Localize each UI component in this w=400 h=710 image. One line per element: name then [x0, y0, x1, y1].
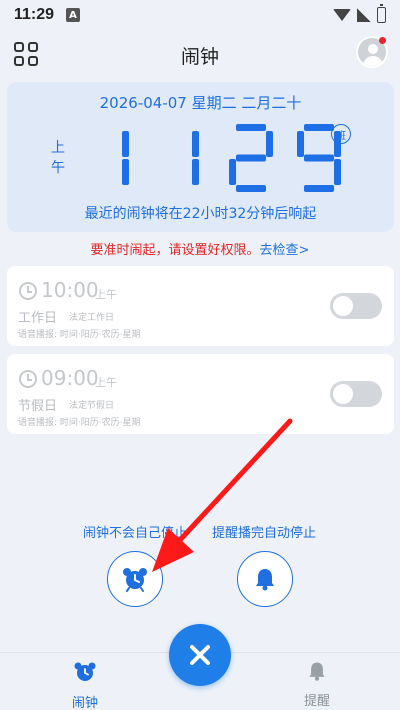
- alarm-ampm: 上午: [95, 376, 117, 389]
- alarm-toggle[interactable]: [330, 293, 382, 319]
- alarm-tab-icon: [74, 662, 96, 681]
- alarm-voice: 语音播报: 时间·阳历·农历·星期: [18, 330, 141, 340]
- remind-mode-button[interactable]: [237, 551, 293, 607]
- clock-icon: [19, 282, 37, 300]
- alarm-time: 10:00: [41, 278, 99, 302]
- permission-warning: 要准时闹起，请设置好权限。去检查>: [0, 239, 400, 258]
- close-icon: [190, 645, 210, 665]
- alarm-card-workday[interactable]: 10:00 上午 工作日 法定工作日 语音播报: 时间·阳历·农历·星期: [7, 266, 394, 346]
- digit-2-segment-d: [236, 185, 266, 192]
- digit-2-segment-g: [236, 154, 266, 162]
- next-alarm-text: 最近的闹钟将在22小时32分钟后响起: [84, 206, 317, 222]
- digit-0-segment-b: [122, 131, 129, 157]
- remind-tab-icon: [309, 662, 325, 681]
- digit-3-segment-a: [304, 124, 334, 131]
- tab-remind[interactable]: 提醒: [272, 660, 362, 709]
- bell-icon: [256, 569, 274, 591]
- alarm-day: 节假日: [18, 399, 58, 414]
- top-bar: 闹钟: [0, 36, 400, 72]
- alarm-ampm: 上午: [95, 288, 117, 301]
- workday-badge: 班: [331, 124, 351, 144]
- alarm-clock-icon: [123, 568, 147, 592]
- digit-2-segment-b: [266, 131, 273, 157]
- alarm-sub: 法定节假日: [69, 401, 115, 411]
- mode-label-remind: 提醒播完自动停止: [212, 526, 317, 541]
- digit-1-segment-b: [192, 131, 199, 157]
- alarm-mode-button[interactable]: [107, 551, 163, 607]
- digit-1-segment-c: [192, 159, 199, 185]
- status-bar: 11:29 A: [0, 0, 400, 30]
- battery-icon: [377, 4, 386, 23]
- signal-icon: [357, 8, 371, 22]
- clock-icon: [19, 370, 37, 388]
- tab-alarm-label: 闹钟: [71, 696, 98, 710]
- tab-alarm[interactable]: 闹钟: [40, 660, 130, 710]
- notification-dot: [379, 37, 386, 44]
- wifi-icon: [333, 9, 351, 21]
- page-title: 闹钟: [180, 46, 219, 68]
- close-fab-button[interactable]: [169, 624, 231, 686]
- digit-2-segment-e: [229, 159, 236, 185]
- alarm-sub: 法定工作日: [69, 313, 115, 323]
- alarm-card-holiday[interactable]: 09:00 上午 节假日 法定节假日 语音播报: 时间·阳历·农历·星期: [7, 354, 394, 434]
- mode-label-alarm: 闹钟不会自己停止: [83, 526, 188, 541]
- tab-remind-label: 提醒: [303, 694, 330, 709]
- digit-3-segment-f: [297, 131, 304, 157]
- digit-0-segment-c: [122, 159, 129, 185]
- alarm-time: 09:00: [41, 366, 99, 390]
- clock-card: 2026-04-07 星期二 二月二十 上午 班 最近的闹钟将在22小时32分钟…: [7, 82, 394, 232]
- digit-3-segment-g: [304, 154, 334, 162]
- status-time: 11:29: [14, 6, 55, 23]
- permission-warning-text: 要准时闹起，请设置好权限。: [90, 243, 260, 258]
- notification-icon: A: [66, 8, 81, 22]
- status-icons: [333, 4, 386, 23]
- digit-3-segment-c: [334, 159, 341, 185]
- check-permission-link[interactable]: 去检查>: [260, 243, 310, 258]
- digit-3-segment-d: [304, 185, 334, 192]
- alarm-voice: 语音播报: 时间·阳历·农历·星期: [18, 418, 141, 428]
- alarm-toggle[interactable]: [330, 381, 382, 407]
- digit-2-segment-a: [236, 124, 266, 131]
- alarm-day: 工作日: [18, 311, 58, 326]
